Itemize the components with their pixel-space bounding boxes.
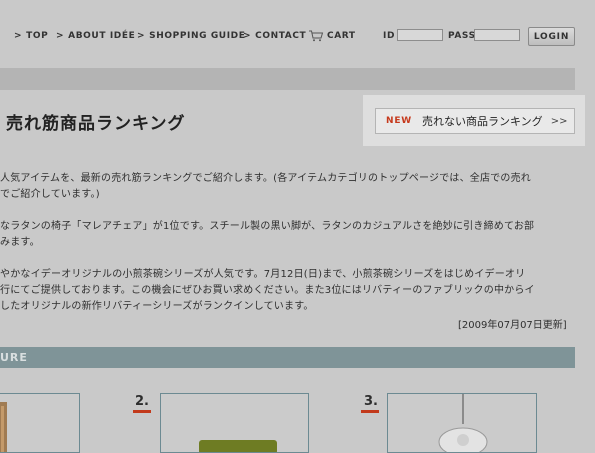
rank-2-underline [133, 410, 151, 413]
chevron-right-icon: > [243, 31, 252, 41]
nav-top-link[interactable]: > TOP [14, 31, 48, 41]
double-chevron-icon: >> [550, 115, 568, 127]
rank-2-thumbnail[interactable] [160, 393, 309, 453]
nav-shopping-guide-link[interactable]: > SHOPPING GUIDE [137, 31, 245, 41]
unpopular-ranking-label: 売れない商品ランキング [422, 115, 543, 128]
header-divider-bar [0, 68, 575, 90]
login-button[interactable]: LOGIN [528, 27, 575, 46]
intro-line-2: でご紹介しています。) [0, 189, 100, 200]
paragraph-2-line-1: なラタンの椅子「マレアチェア」が1位です。スチール製の黒い脚が、ラタンのカジュア… [0, 221, 535, 232]
paragraph-3-line-2: 行にてご提供しております。この機会にぜひお買い求めください。また3位にはリバティ… [0, 285, 535, 296]
pendant-lamp-image [438, 394, 488, 452]
paragraph-3-line-3: したオリジナルの新作リバティーシリーズがランクインしています。 [0, 301, 314, 312]
nav-contact-label: CONTACT [255, 31, 307, 41]
last-updated-date: [2009年07月07日更新] [458, 320, 567, 331]
rattan-chair-image [0, 402, 7, 452]
nav-shopping-guide-label: SHOPPING GUIDE [149, 31, 246, 41]
nav-top-label: TOP [26, 31, 49, 41]
unpopular-ranking-link[interactable]: NEW 売れない商品ランキング >> [375, 108, 575, 134]
rank-1-thumbnail[interactable] [0, 393, 80, 453]
nav-about-link[interactable]: > ABOUT IDÉE [56, 31, 135, 41]
rank-2-number: 2. [135, 394, 149, 409]
nav-about-label: ABOUT IDÉE [68, 31, 136, 41]
rank-3-underline [361, 410, 379, 413]
paragraph-2-line-2: みます。 [0, 237, 40, 248]
chevron-right-icon: > [137, 31, 146, 41]
section-header-bar: URE [0, 347, 575, 368]
login-id-input[interactable] [397, 29, 443, 41]
chevron-right-icon: > [14, 31, 23, 41]
intro-line-1: 人気アイテムを、最新の売れ筋ランキングでご紹介します。(各アイテムカテゴリのトッ… [0, 173, 532, 184]
login-id-label: ID [383, 31, 396, 41]
paragraph-3-line-1: やかなイデーオリジナルの小煎茶碗シリーズが人気です。7月12日(日)まで、小煎茶… [0, 269, 526, 280]
page-title: 売れ筋商品ランキング [6, 114, 186, 134]
chevron-right-icon: > [56, 31, 65, 41]
login-pass-label: PASS [448, 31, 476, 41]
nav-contact-link[interactable]: > CONTACT [243, 31, 306, 41]
new-badge: NEW [386, 116, 413, 126]
rank-3-thumbnail[interactable] [387, 393, 537, 453]
section-header-label: URE [0, 351, 28, 364]
top-navigation: > TOP > ABOUT IDÉE > SHOPPING GUIDE > CONTAC… [0, 24, 595, 50]
login-pass-input[interactable] [474, 29, 520, 41]
nav-cart-link[interactable]: CART [327, 31, 356, 41]
tea-bowl-image [199, 440, 277, 452]
cart-icon[interactable] [308, 30, 324, 42]
rank-3-number: 3. [364, 394, 378, 409]
